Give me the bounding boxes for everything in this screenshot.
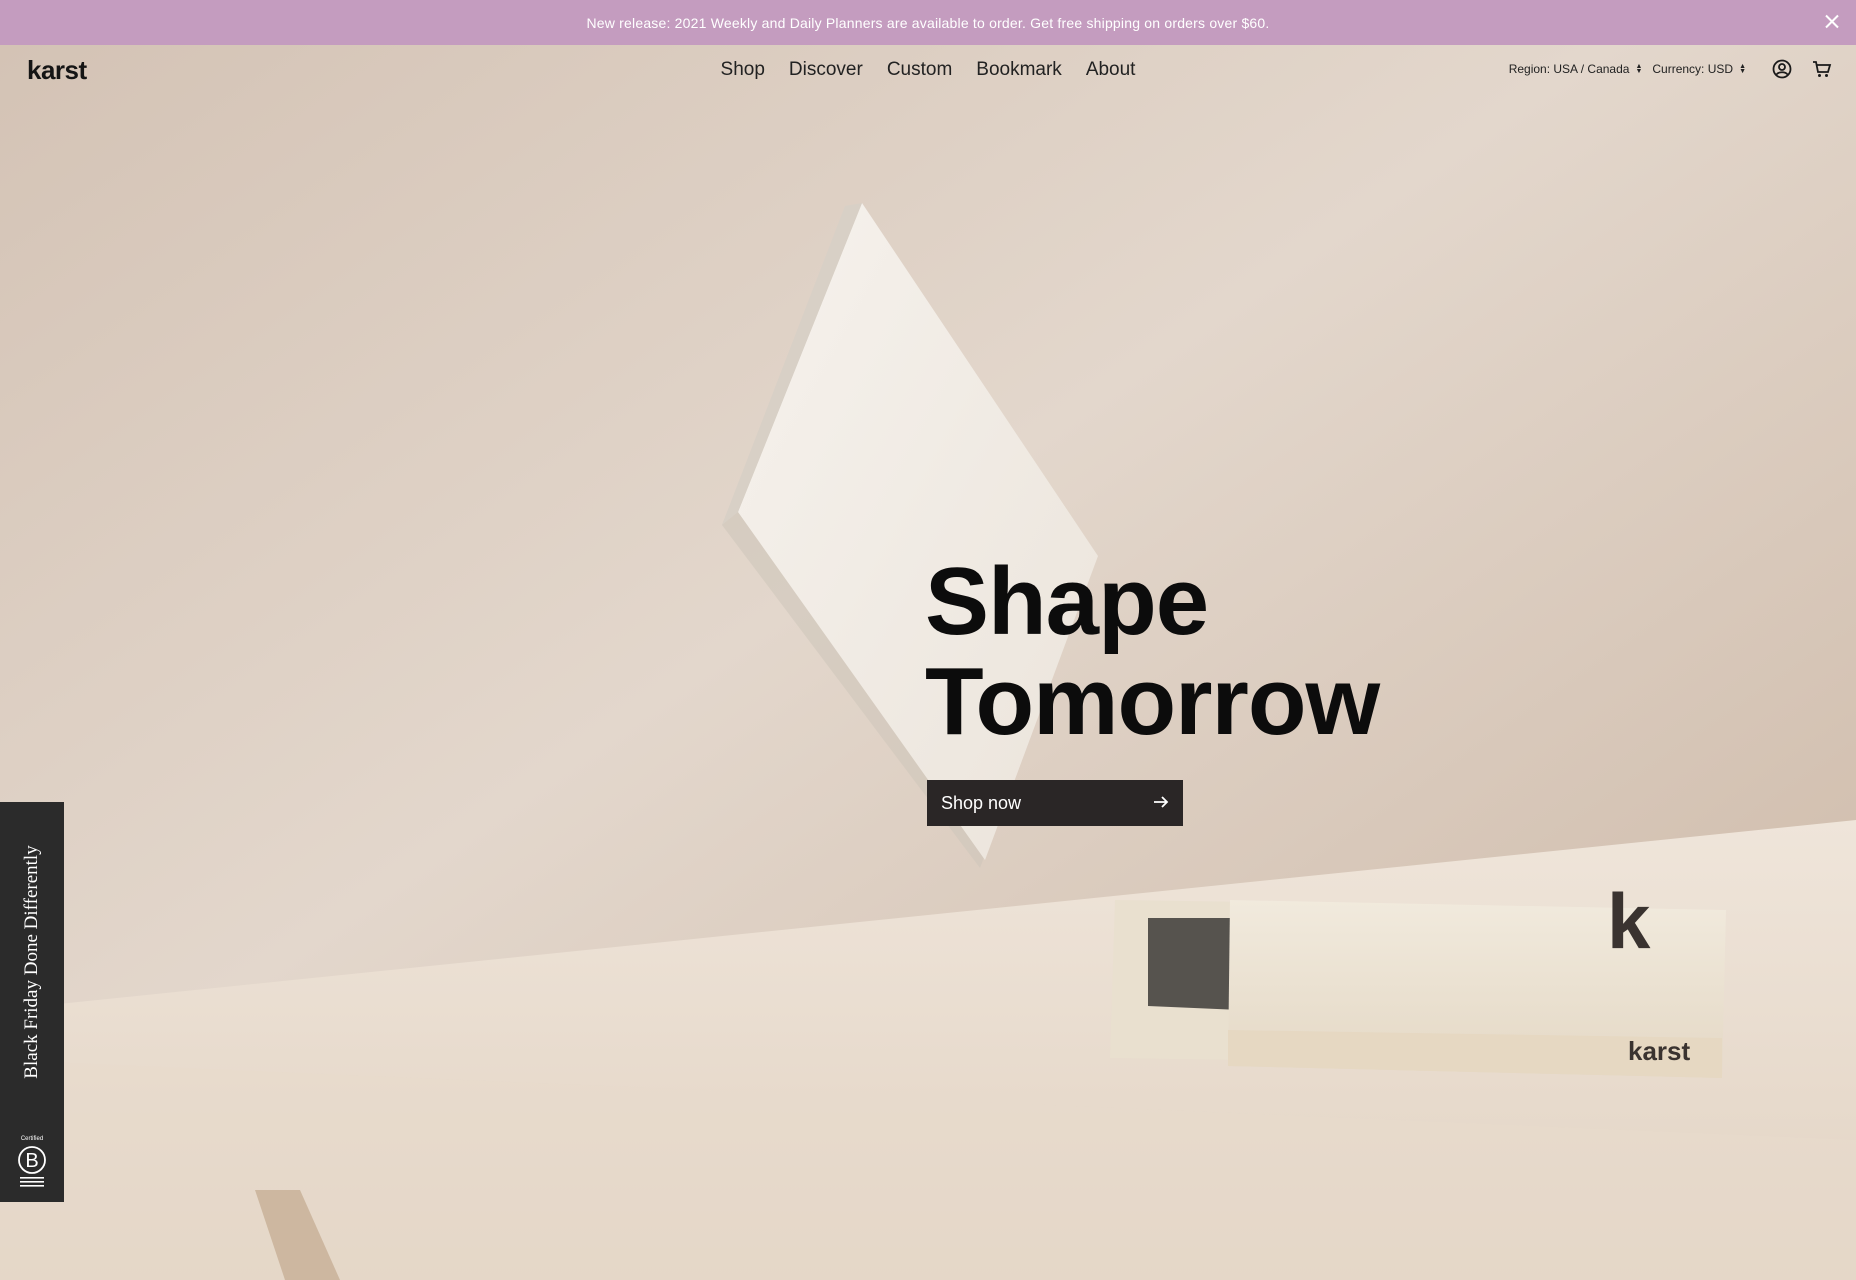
nav-item-shop[interactable]: Shop <box>721 59 765 81</box>
cart-icon[interactable] <box>1810 57 1834 81</box>
shop-now-label: Shop now <box>941 792 1022 813</box>
nav-item-bookmark[interactable]: Bookmark <box>976 59 1062 81</box>
sort-arrows-icon: ▲ ▼ <box>1635 63 1643 75</box>
hero-title-line1: Shape <box>925 548 1209 655</box>
currency-label: Currency: USD <box>1652 62 1734 76</box>
nav-item-discover[interactable]: Discover <box>789 59 863 81</box>
b-corp-letter: B <box>25 1150 38 1172</box>
announcement-bar: New release: 2021 Weekly and Daily Plann… <box>0 0 1856 45</box>
hero-title: Shape Tomorrow <box>925 548 1380 755</box>
box-mark: k <box>1607 877 1651 965</box>
b-corp-badge-icon: Certified B <box>15 1136 49 1188</box>
box-brand: karst <box>1628 1036 1690 1066</box>
announcement-text: New release: 2021 Weekly and Daily Plann… <box>586 14 1270 31</box>
hero-title-line2: Tomorrow <box>925 648 1380 755</box>
nav-item-custom[interactable]: Custom <box>887 59 952 81</box>
site-header: karst Shop Discover Custom Bookmark Abou… <box>0 45 1856 95</box>
shop-now-button[interactable]: Shop now <box>927 780 1183 826</box>
black-friday-text: Black Friday Done Differently <box>21 845 42 1079</box>
sort-arrows-icon: ▲ ▼ <box>1739 63 1746 75</box>
region-selector[interactable]: Region: USA / Canada ▲ ▼ <box>1509 62 1643 76</box>
close-icon[interactable] <box>1820 10 1844 34</box>
currency-selector[interactable]: Currency: USD ▲ ▼ <box>1652 62 1746 76</box>
black-friday-tab[interactable]: Black Friday Done Differently Certified … <box>0 802 64 1202</box>
account-icon[interactable] <box>1770 57 1794 81</box>
arrow-right-icon <box>1153 793 1169 814</box>
nav-item-about[interactable]: About <box>1086 59 1136 81</box>
region-label: Region: USA / Canada <box>1508 62 1630 76</box>
header-utilities: Region: USA / Canada ▲ ▼ Currency: USD ▲ ▼ <box>1509 57 1834 81</box>
